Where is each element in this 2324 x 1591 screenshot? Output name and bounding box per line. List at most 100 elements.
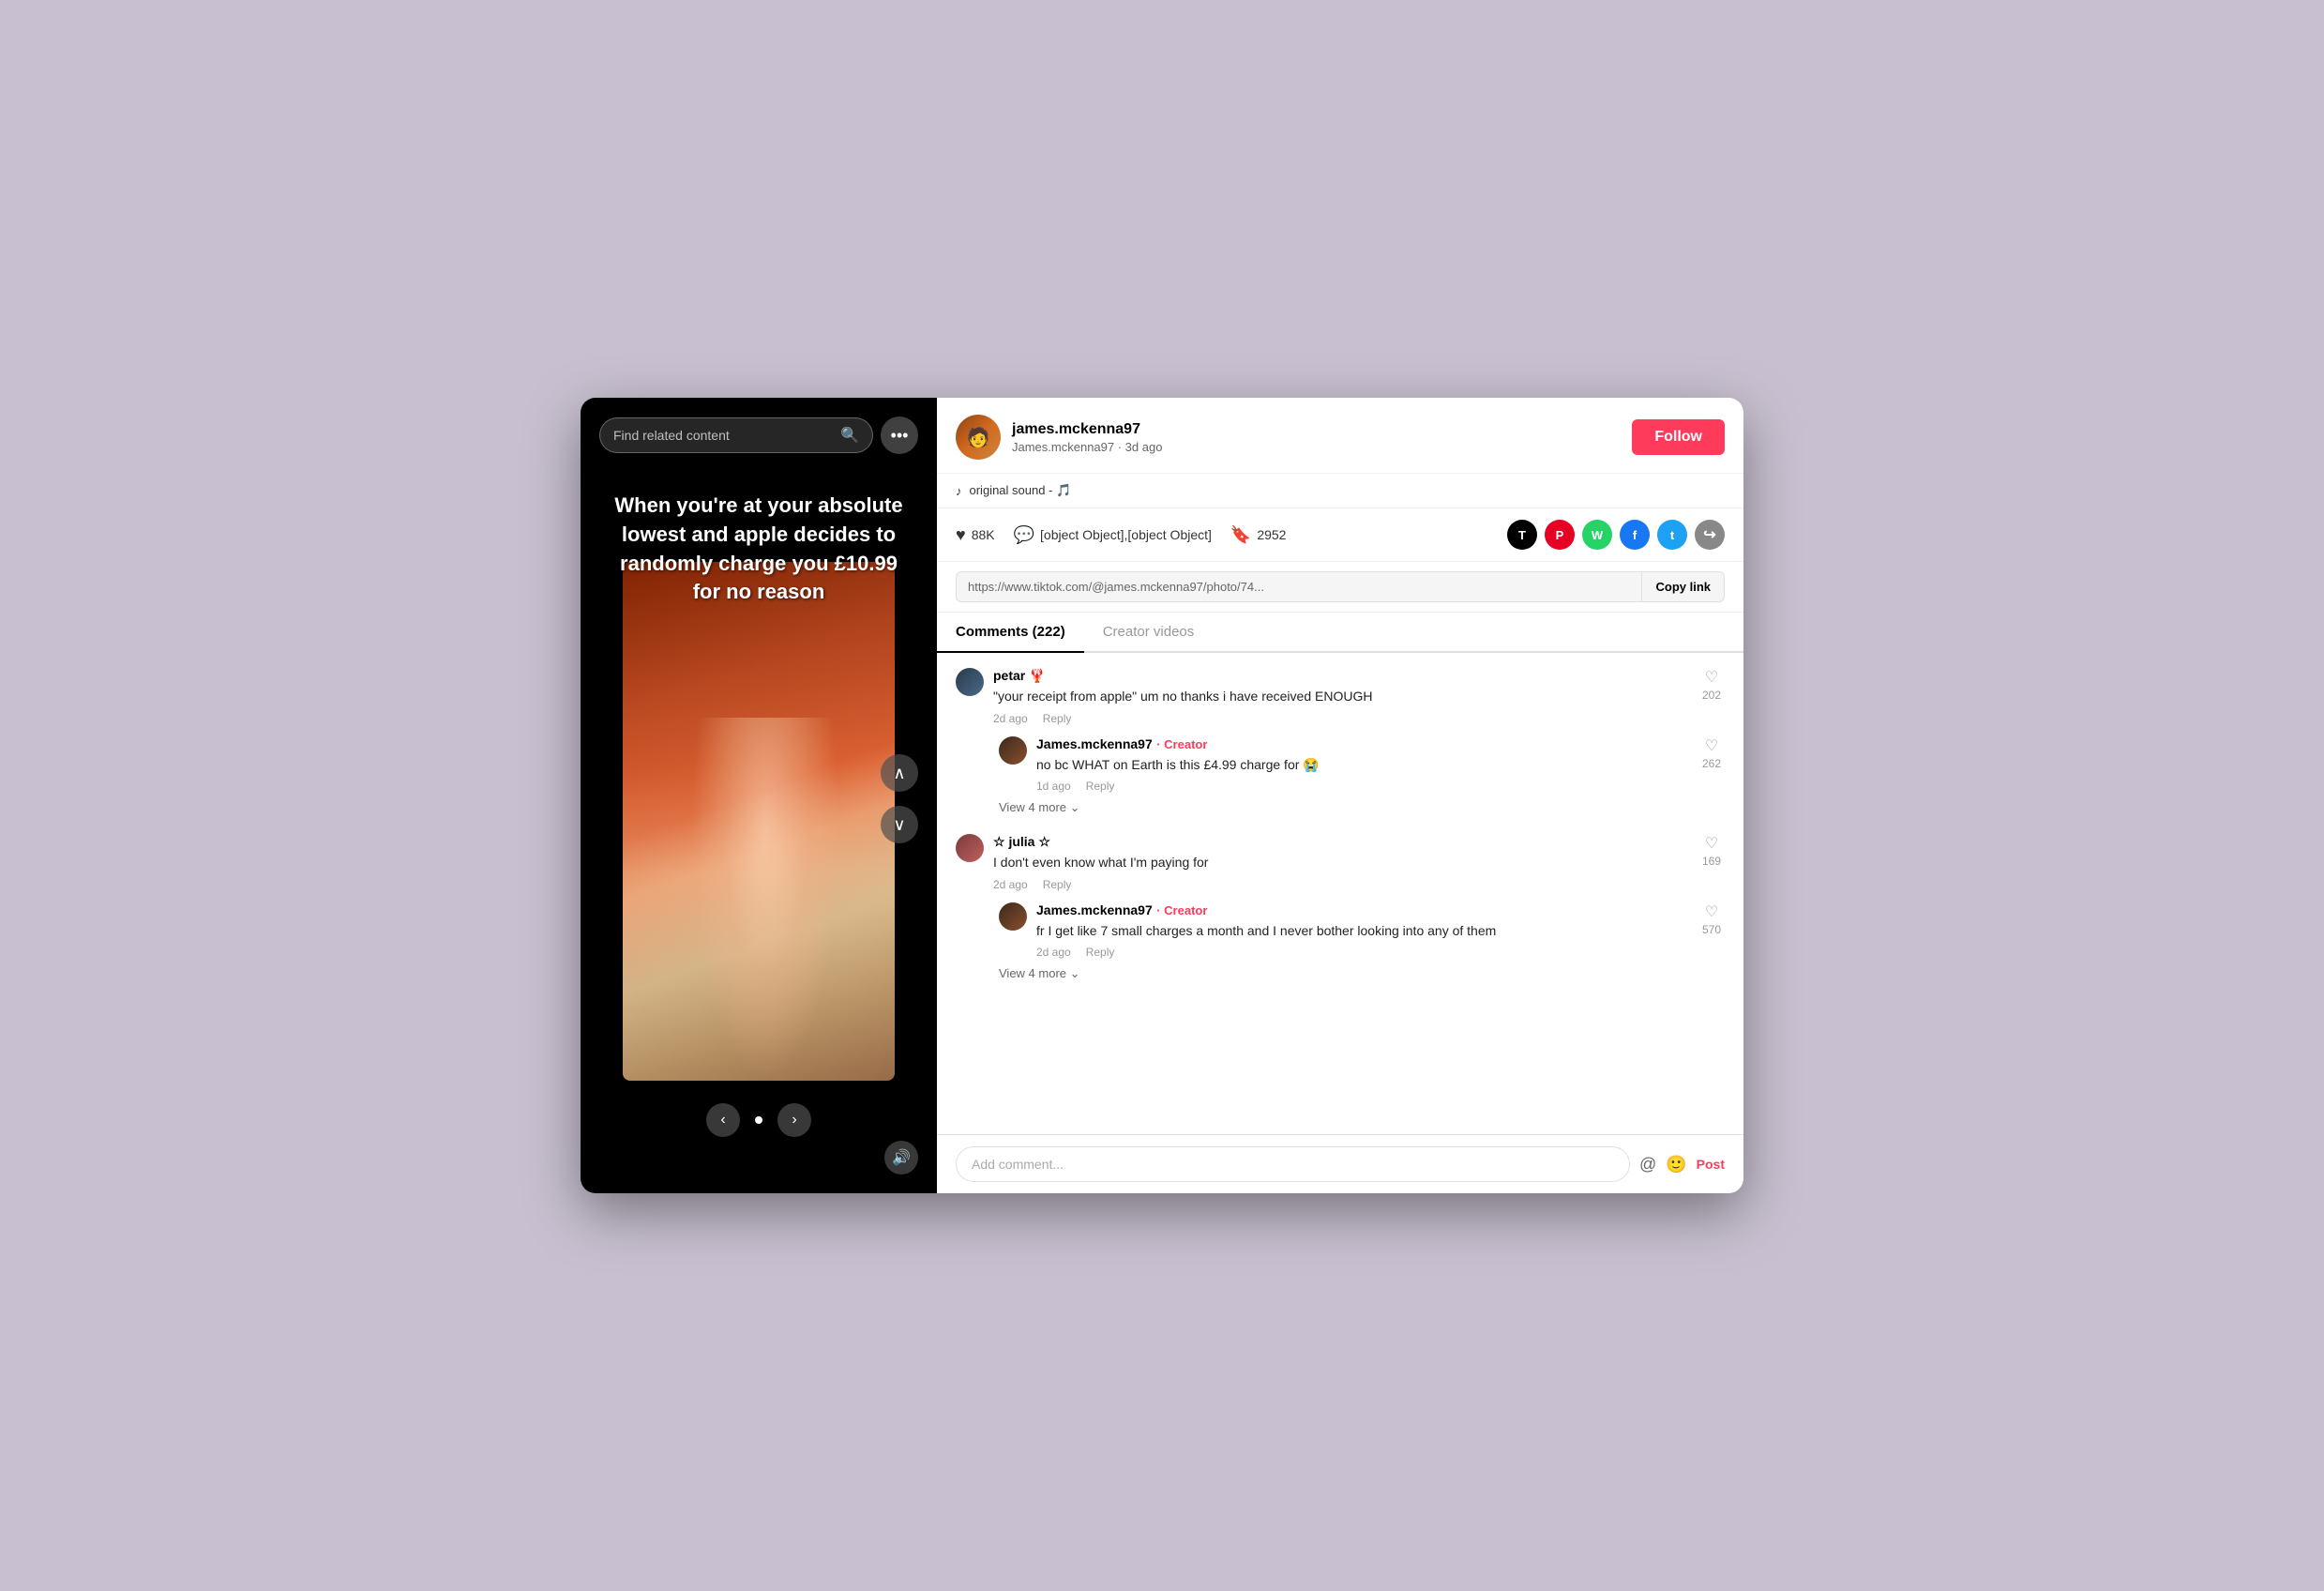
post-header: 🧑 james.mckenna97 James.mckenna97 · 3d a… (937, 398, 1743, 474)
scroll-down-button[interactable]: ∨ (881, 806, 918, 843)
search-input-wrapper[interactable]: 🔍 (599, 417, 873, 453)
share-whatsapp-button[interactable]: W (1582, 520, 1612, 550)
copy-link-button[interactable]: Copy link (1642, 571, 1725, 602)
bookmark-action[interactable]: 🔖 2952 (1230, 525, 1287, 545)
search-icon[interactable]: 🔍 (840, 426, 859, 445)
like-button[interactable]: ♡ (1705, 668, 1718, 687)
view-more-replies[interactable]: View 4 more ⌄ (999, 800, 1725, 815)
comments-area[interactable]: petar 🦞 "your receipt from apple" um no … (937, 653, 1743, 1134)
reply-username: James.mckenna97 (1036, 902, 1153, 917)
reply-avatar (999, 902, 1027, 931)
commenter-username: petar 🦞 (993, 668, 1046, 683)
reply-row: James.mckenna97 · Creator fr I get like … (999, 902, 1725, 960)
search-input[interactable] (613, 428, 833, 443)
post-comment-button[interactable]: Post (1697, 1157, 1725, 1172)
link-url: https://www.tiktok.com/@james.mckenna97/… (956, 571, 1642, 602)
like-button[interactable]: ♡ (1705, 736, 1718, 755)
comment-icon: 💬 (1014, 525, 1034, 545)
reply-text: fr I get like 7 small charges a month an… (1036, 922, 1689, 941)
right-panel: 🧑 james.mckenna97 James.mckenna97 · 3d a… (937, 398, 1743, 1193)
left-panel: 🔍 ••• When you're at your absolute lowes… (581, 398, 937, 1193)
like-button[interactable]: ♡ (1705, 834, 1718, 853)
emoji-icon[interactable]: 🙂 (1666, 1155, 1686, 1174)
reply-meta: 2d ago Reply (1036, 946, 1689, 959)
tab-creator-videos[interactable]: Creator videos (1084, 613, 1214, 651)
reply-button[interactable]: Reply (1043, 878, 1072, 891)
author-avatar: 🧑 (956, 415, 1001, 460)
tabs-row: Comments (222) Creator videos (937, 613, 1743, 653)
music-icon: ♪ (956, 484, 962, 498)
app-container: 🔍 ••• When you're at your absolute lowes… (581, 398, 1743, 1193)
comment-body: ☆ julia ☆ I don't even know what I'm pay… (993, 834, 1689, 891)
creator-badge: · Creator (1156, 737, 1207, 751)
commenter-avatar (956, 668, 984, 696)
reply-body: James.mckenna97 · Creator no bc WHAT on … (1036, 736, 1689, 794)
share-tiktok-button[interactable]: T (1507, 520, 1537, 550)
prev-button[interactable]: ‹ (706, 1103, 740, 1137)
reply-block: James.mckenna97 · Creator no bc WHAT on … (999, 736, 1725, 794)
bookmark-icon: 🔖 (1230, 525, 1251, 545)
comment-input-row: @ 🙂 Post (937, 1134, 1743, 1193)
person-photo (623, 562, 895, 1081)
link-row: https://www.tiktok.com/@james.mckenna97/… (937, 562, 1743, 613)
like-action[interactable]: ♥ 88K (956, 525, 995, 545)
reply-block: James.mckenna97 · Creator fr I get like … (999, 902, 1725, 960)
comment-like: ♡ 169 (1698, 834, 1725, 868)
reply-avatar (999, 736, 1027, 765)
actions-row: ♥ 88K 💬 [object Object],[object Object] … (937, 508, 1743, 562)
photo-frame (623, 562, 895, 1081)
mention-icon[interactable]: @ (1639, 1155, 1656, 1174)
reply-button[interactable]: Reply (1086, 946, 1115, 959)
view-more-replies[interactable]: View 4 more ⌄ (999, 966, 1725, 981)
heart-icon: ♥ (956, 525, 966, 545)
comment-like: ♡ 202 (1698, 668, 1725, 702)
comment-row: petar 🦞 "your receipt from apple" um no … (956, 668, 1725, 725)
reply-time: 1d ago (1036, 780, 1071, 793)
overlay-text: When you're at your absolute lowest and … (581, 492, 937, 607)
share-facebook-button[interactable]: f (1620, 520, 1650, 550)
comment-time: 2d ago (993, 712, 1028, 725)
like-count: 88K (972, 527, 995, 542)
like-count: 570 (1702, 923, 1721, 936)
reply-row: James.mckenna97 · Creator no bc WHAT on … (999, 736, 1725, 794)
like-button[interactable]: ♡ (1705, 902, 1718, 921)
scroll-up-button[interactable]: ∧ (881, 754, 918, 792)
reply-username: James.mckenna97 (1036, 736, 1153, 751)
sound-label: original sound - 🎵 (970, 483, 1072, 498)
more-menu-button[interactable]: ••• (881, 417, 918, 454)
comment-row: ☆ julia ☆ I don't even know what I'm pay… (956, 834, 1725, 891)
comment-text: I don't even know what I'm paying for (993, 854, 1689, 872)
share-pinterest-button[interactable]: P (1545, 520, 1575, 550)
reply-like: ♡ 570 (1698, 902, 1725, 936)
reply-text: no bc WHAT on Earth is this £4.99 charge… (1036, 756, 1689, 775)
like-count: 202 (1702, 689, 1721, 702)
follow-button[interactable]: Follow (1632, 419, 1725, 455)
creator-badge: · Creator (1156, 903, 1207, 917)
reply-body: James.mckenna97 · Creator fr I get like … (1036, 902, 1689, 960)
volume-button[interactable]: 🔊 (884, 1141, 918, 1174)
tab-comments[interactable]: Comments (222) (937, 613, 1084, 651)
share-twitter-button[interactable]: t (1657, 520, 1687, 550)
author-username-sub: James.mckenna97 · 3d ago (1012, 440, 1621, 454)
search-bar: 🔍 ••• (599, 417, 918, 454)
sound-row: ♪ original sound - 🎵 (937, 474, 1743, 508)
reply-button[interactable]: Reply (1043, 712, 1072, 725)
comment-count: [object Object],[object Object] (1040, 527, 1212, 542)
reply-button[interactable]: Reply (1086, 780, 1115, 793)
comment-text: "your receipt from apple" um no thanks i… (993, 688, 1689, 706)
comment-meta: 2d ago Reply (993, 878, 1689, 891)
nav-dot (755, 1116, 762, 1124)
nav-arrows: ‹ › (581, 1103, 937, 1137)
comment-action[interactable]: 💬 [object Object],[object Object] (1014, 525, 1212, 545)
video-area: When you're at your absolute lowest and … (581, 398, 937, 1193)
share-forward-button[interactable]: ↪ (1695, 520, 1725, 550)
reply-time: 2d ago (1036, 946, 1071, 959)
comment-block: petar 🦞 "your receipt from apple" um no … (956, 668, 1725, 815)
share-icons: T P W f t ↪ (1507, 520, 1725, 550)
like-count: 262 (1702, 757, 1721, 770)
comment-block: ☆ julia ☆ I don't even know what I'm pay… (956, 834, 1725, 981)
comment-meta: 2d ago Reply (993, 712, 1689, 725)
comment-input[interactable] (956, 1146, 1630, 1182)
like-count: 169 (1702, 855, 1721, 868)
next-button[interactable]: › (777, 1103, 811, 1137)
